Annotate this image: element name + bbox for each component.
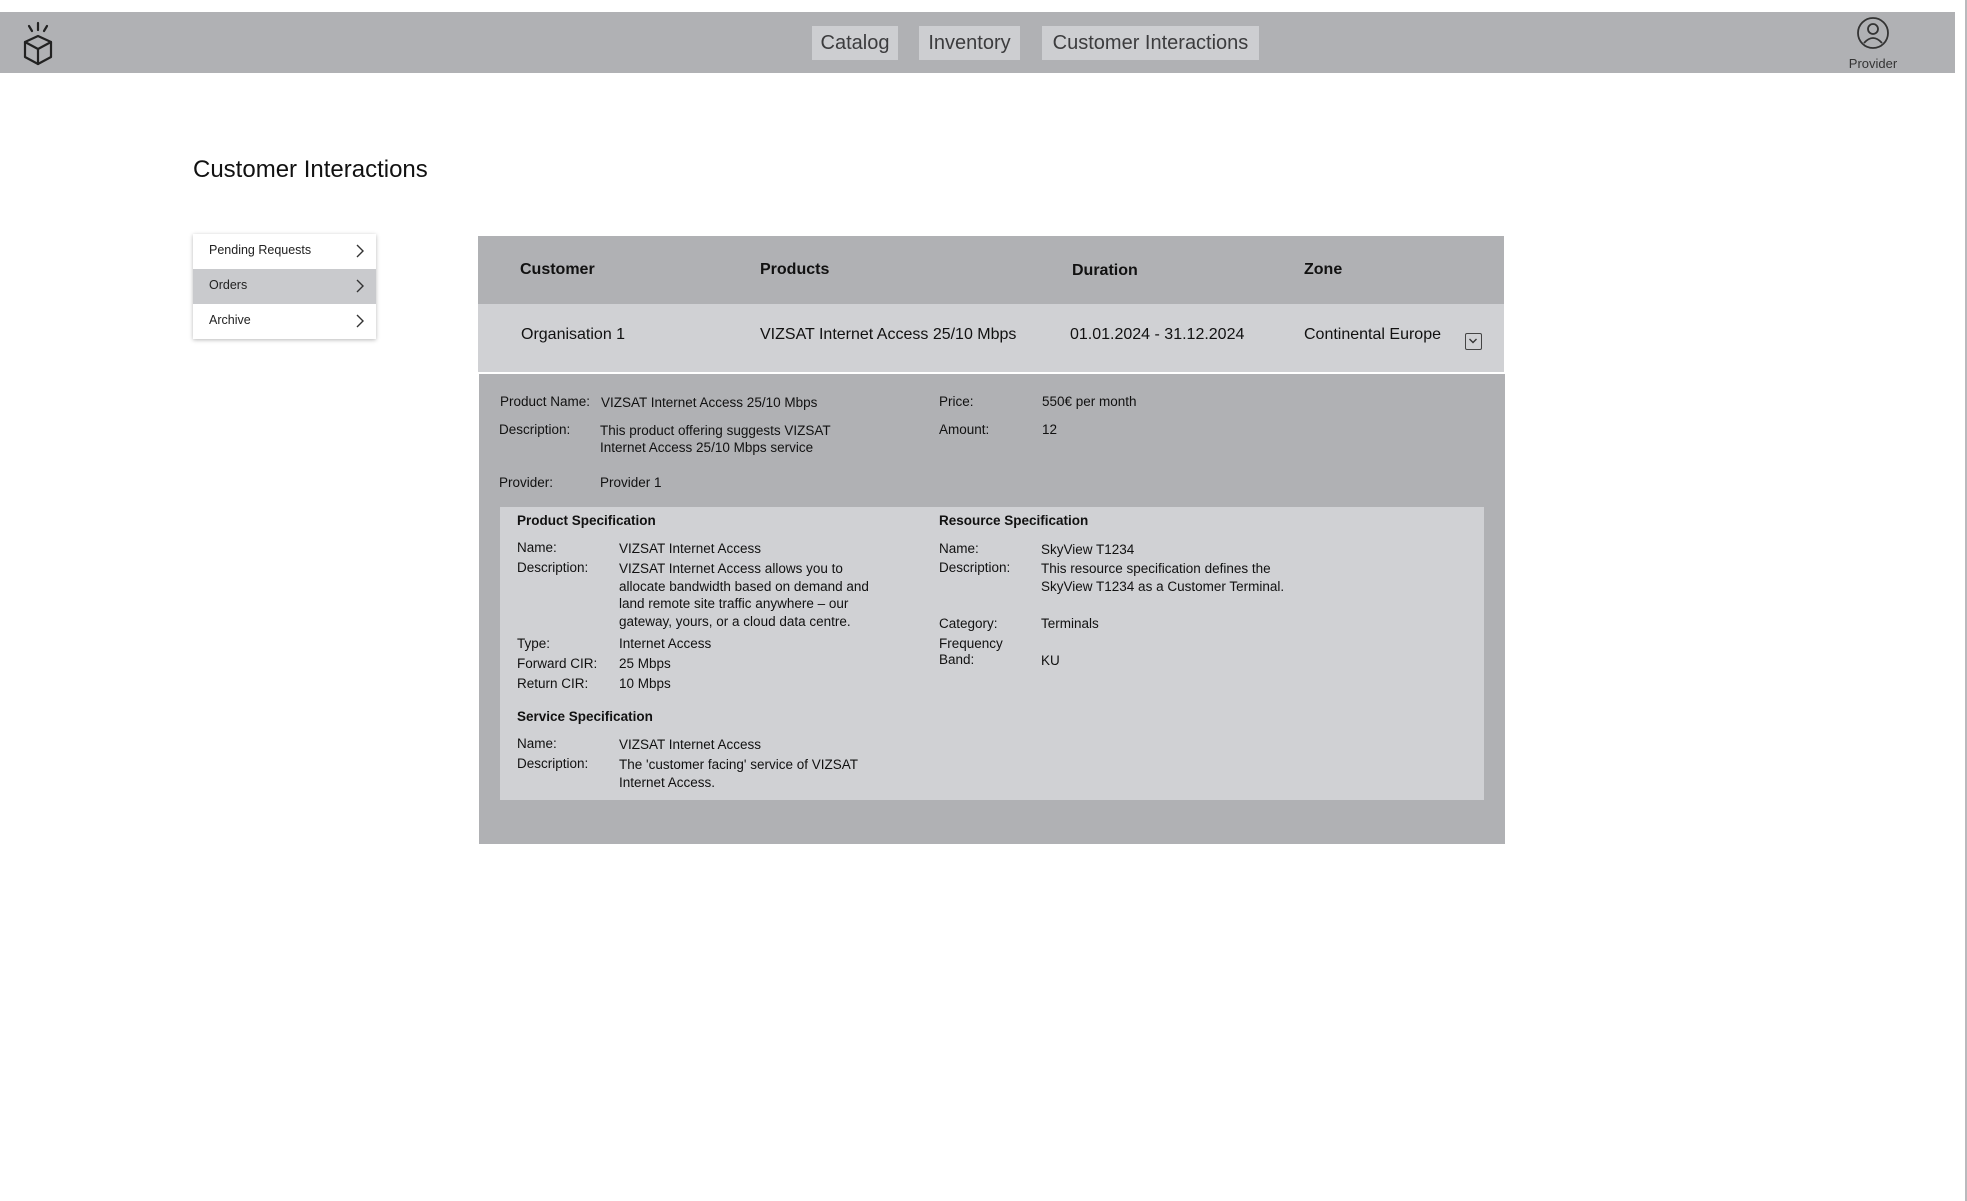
column-header-products: Products <box>760 261 830 278</box>
product-spec-description-line: VIZSAT Internet Access allows you to <box>619 561 843 576</box>
description-label: Description: <box>499 422 571 437</box>
orders-table: Customer Products Duration Zone Organisa… <box>478 236 1504 372</box>
user-icon <box>1857 17 1889 49</box>
amount-value: 12 <box>1042 422 1058 437</box>
page-title: Customer Interactions <box>193 156 428 183</box>
side-item-archive[interactable]: Archive <box>193 304 376 339</box>
service-spec-description-line: Internet Access. <box>619 775 716 790</box>
product-spec-type-label: Type: <box>517 636 551 651</box>
chevron-right-icon <box>356 279 364 293</box>
side-item-pending-requests[interactable]: Pending Requests <box>193 234 376 269</box>
price-value: 550€ per month <box>1042 394 1137 409</box>
chevron-right-icon <box>356 314 364 328</box>
chevron-right-icon <box>356 244 364 258</box>
user-menu[interactable]: Provider <box>1840 16 1906 71</box>
service-spec-description-line: The 'customer facing' service of VIZSAT <box>619 757 858 772</box>
column-header-zone: Zone <box>1304 261 1343 278</box>
product-name-value: VIZSAT Internet Access 25/10 Mbps <box>601 395 818 410</box>
tab-catalog[interactable]: Catalog <box>812 26 898 60</box>
resource-spec-name-label: Name: <box>939 541 979 556</box>
price-label: Price: <box>939 394 974 409</box>
side-item-label: Archive <box>209 313 251 327</box>
service-spec-title: Service Specification <box>517 709 653 724</box>
product-spec-description-line: allocate bandwidth based on demand and <box>619 579 869 594</box>
service-spec-name-value: VIZSAT Internet Access <box>619 737 762 752</box>
cell-zone: Continental Europe <box>1304 326 1441 343</box>
product-name-label: Product Name: <box>500 394 591 409</box>
product-spec-forward-cir-value: 25 Mbps <box>619 656 671 671</box>
resource-spec-frequency-band-label: Band: <box>939 652 975 667</box>
order-details-panel: Product Name: VIZSAT Internet Access 25/… <box>479 374 1505 844</box>
cell-duration: 01.01.2024 - 31.12.2024 <box>1070 326 1245 343</box>
product-spec-description-label: Description: <box>517 560 589 575</box>
cell-products: VIZSAT Internet Access 25/10 Mbps <box>760 326 1017 343</box>
product-spec-description-line: gateway, yours, or a cloud data centre. <box>619 614 851 629</box>
top-navigation-bar: Catalog Inventory Customer Interactions … <box>0 12 1955 73</box>
column-header-duration: Duration <box>1072 262 1138 279</box>
side-item-label: Pending Requests <box>209 243 312 257</box>
tab-inventory[interactable]: Inventory <box>919 26 1020 60</box>
side-menu: Pending Requests Orders Archive <box>193 234 376 339</box>
resource-spec-description-line: This resource specification defines the <box>1041 561 1271 576</box>
product-spec-description-line: land remote site traffic anywhere – our <box>619 596 849 611</box>
resource-spec-frequency-band-label: Frequency <box>939 636 1003 651</box>
resource-spec-category-label: Category: <box>939 616 998 631</box>
side-item-orders[interactable]: Orders <box>193 269 376 304</box>
product-spec-return-cir-label: Return CIR: <box>517 676 589 691</box>
product-spec-title: Product Specification <box>517 513 656 528</box>
product-spec-name-label: Name: <box>517 540 557 555</box>
product-spec-return-cir-value: 10 Mbps <box>619 676 671 691</box>
user-role-label: Provider <box>1848 56 1898 71</box>
provider-value: Provider 1 <box>600 475 662 490</box>
specifications-box: Product Specification Name: VIZSAT Inter… <box>500 507 1484 800</box>
chevron-down-icon <box>1469 338 1477 344</box>
collapse-row-button[interactable] <box>1465 333 1482 350</box>
table-row[interactable]: Organisation 1 VIZSAT Internet Access 25… <box>478 304 1504 372</box>
cube-icon[interactable] <box>18 20 58 68</box>
amount-label: Amount: <box>939 422 990 437</box>
description-value-line2: Internet Access 25/10 Mbps service <box>600 440 814 455</box>
resource-spec-description-line: SkyView T1234 as a Customer Terminal. <box>1041 579 1285 594</box>
table-header: Customer Products Duration Zone <box>478 236 1504 304</box>
provider-label: Provider: <box>499 475 554 490</box>
resource-spec-name-value: SkyView T1234 <box>1041 542 1135 557</box>
service-spec-description-label: Description: <box>517 756 589 771</box>
side-item-label: Orders <box>209 278 248 292</box>
product-spec-forward-cir-label: Forward CIR: <box>517 656 598 671</box>
product-spec-type-value: Internet Access <box>619 636 712 651</box>
tab-customer-interactions[interactable]: Customer Interactions <box>1042 26 1259 60</box>
cell-customer: Organisation 1 <box>521 326 626 343</box>
service-spec-name-label: Name: <box>517 736 557 751</box>
resource-spec-frequency-band-value: KU <box>1041 653 1060 668</box>
product-spec-name-value: VIZSAT Internet Access <box>619 541 762 556</box>
column-header-customer: Customer <box>520 261 595 278</box>
resource-spec-title: Resource Specification <box>939 513 1089 528</box>
resource-spec-category-value: Terminals <box>1041 616 1099 631</box>
description-value-line1: This product offering suggests VIZSAT <box>600 423 831 438</box>
resource-spec-description-label: Description: <box>939 560 1011 575</box>
